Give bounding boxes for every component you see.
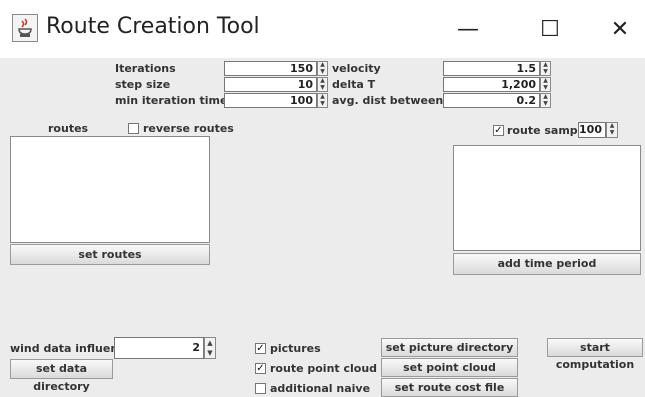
minimize-button[interactable]: — (446, 8, 490, 52)
min-iteration-time-spinner[interactable]: ▲ ▼ (317, 93, 328, 108)
delta-t-label: delta T (332, 78, 376, 91)
routes-label: routes (48, 122, 89, 135)
set-point-cloud-directory-button[interactable]: set point cloud directory (381, 358, 518, 391)
route-point-cloud-label: route point cloud (270, 362, 378, 375)
title-bar: Route Creation Tool — ☐ ✕ (0, 0, 645, 58)
set-route-cost-file-button[interactable]: set route cost file (381, 378, 518, 397)
min-iteration-time-label: min iteration time (115, 94, 228, 107)
wind-data-influence-field[interactable]: 2 (114, 337, 204, 359)
pictures-checkbox[interactable]: ✓ (255, 343, 266, 354)
add-time-period-button[interactable]: add time period (453, 253, 641, 275)
delta-t-field[interactable]: 1,200 (443, 77, 540, 92)
routes-list[interactable] (10, 136, 210, 243)
velocity-label: velocity (332, 62, 381, 75)
iterations-label: Iterations (115, 62, 176, 75)
additional-naive-label: additional naive (270, 382, 371, 395)
avg-dist-spinner[interactable]: ▲ ▼ (540, 93, 551, 108)
velocity-spinner[interactable]: ▲ ▼ (540, 61, 551, 76)
maximize-button[interactable]: ☐ (528, 8, 572, 52)
set-routes-button[interactable]: set routes (10, 244, 210, 265)
set-data-directory-button[interactable]: set data directory (10, 359, 113, 393)
route-point-cloud-checkbox[interactable]: ✓ (255, 363, 266, 374)
reverse-routes-label: reverse routes (143, 122, 234, 135)
iterations-field[interactable]: 150 (224, 61, 317, 76)
iterations-spinner[interactable]: ▲ ▼ (317, 61, 328, 76)
avg-dist-field[interactable]: 0.2 (443, 93, 540, 108)
set-picture-directory-button[interactable]: set picture directory (381, 338, 518, 357)
close-button[interactable]: ✕ (598, 8, 642, 52)
route-sampling-spinner[interactable]: ▲ ▼ (606, 122, 618, 138)
pictures-label: pictures (270, 342, 321, 355)
min-iteration-time-field[interactable]: 100 (224, 93, 317, 108)
step-size-field[interactable]: 10 (224, 77, 317, 92)
delta-t-spinner[interactable]: ▲ ▼ (540, 77, 551, 92)
route-sampling-field[interactable]: 100 (578, 122, 606, 138)
java-app-icon (12, 14, 38, 42)
step-size-spinner[interactable]: ▲ ▼ (317, 77, 328, 92)
reverse-routes-checkbox[interactable] (128, 123, 139, 134)
route-sampling-checkbox[interactable]: ✓ (493, 125, 504, 136)
time-period-list[interactable] (453, 145, 641, 251)
step-size-label: step size (115, 78, 171, 91)
velocity-field[interactable]: 1.5 (443, 61, 540, 76)
additional-naive-checkbox[interactable] (255, 383, 266, 394)
wind-data-influence-spinner[interactable]: ▲ ▼ (204, 337, 216, 359)
window-title: Route Creation Tool (46, 14, 260, 39)
start-computation-button[interactable]: start computation (547, 338, 643, 371)
